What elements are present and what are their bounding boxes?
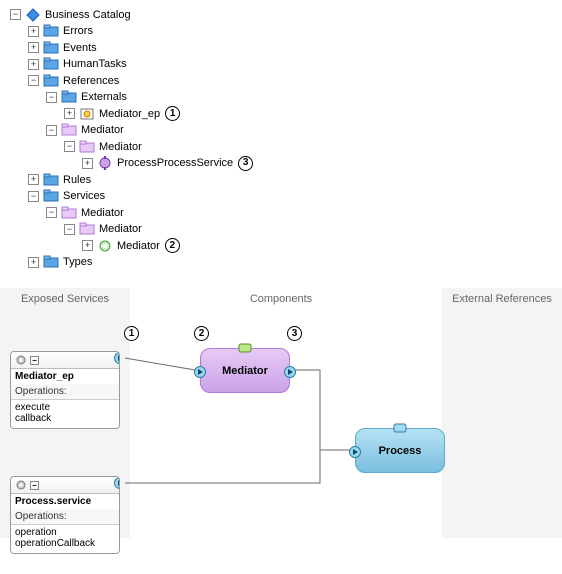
tree-label: Rules bbox=[62, 172, 92, 188]
toggle-icon[interactable]: − bbox=[46, 125, 57, 136]
folder-icon bbox=[43, 254, 59, 270]
tree-node-rules[interactable]: + Rules bbox=[28, 172, 92, 188]
toggle-icon[interactable]: + bbox=[64, 108, 75, 119]
lane-external-references: External References bbox=[442, 288, 562, 538]
tree-label: Mediator bbox=[80, 122, 125, 138]
callout-2: 2 bbox=[165, 238, 180, 253]
toggle-icon[interactable]: − bbox=[46, 207, 57, 218]
tree-label: Mediator bbox=[98, 221, 143, 237]
tree-node-events[interactable]: + Events bbox=[28, 40, 98, 56]
component-label: Mediator bbox=[222, 365, 268, 377]
tree-node-services[interactable]: − Services bbox=[28, 188, 106, 204]
tree-label: Services bbox=[62, 188, 106, 204]
tree-node-references[interactable]: − References bbox=[28, 73, 120, 89]
tree-label: Errors bbox=[62, 23, 94, 39]
diagram-callout-1: 1 bbox=[124, 326, 139, 341]
collapse-button[interactable]: − bbox=[30, 356, 39, 365]
lane-title: External References bbox=[442, 288, 562, 305]
operation-item: operation bbox=[15, 527, 115, 538]
toggle-icon[interactable]: − bbox=[10, 9, 21, 20]
operations-heading: Operations: bbox=[11, 384, 119, 400]
folder-icon bbox=[61, 89, 77, 105]
input-port[interactable] bbox=[194, 366, 206, 378]
collapse-button[interactable]: − bbox=[30, 481, 39, 490]
tree-node-business-catalog[interactable]: − Business Catalog bbox=[10, 7, 132, 23]
service-name: Mediator_ep bbox=[11, 369, 119, 384]
process-mini-icon bbox=[393, 423, 407, 433]
tree-node-mediator-ep[interactable]: + Mediator_ep 1 bbox=[64, 106, 180, 122]
toggle-icon[interactable]: − bbox=[46, 92, 57, 103]
folder-icon bbox=[43, 73, 59, 89]
service-icon bbox=[97, 155, 113, 171]
tree-label: Mediator bbox=[80, 205, 125, 221]
diagram-callout-3: 3 bbox=[287, 326, 302, 341]
service-box-mediator-ep[interactable]: − Mediator_ep Operations: execute callba… bbox=[10, 351, 120, 429]
toggle-icon[interactable]: + bbox=[28, 26, 39, 37]
tree-label: Mediator_ep bbox=[98, 106, 161, 122]
toggle-icon[interactable]: + bbox=[82, 158, 93, 169]
operation-item: operationCallback bbox=[15, 538, 115, 549]
tree-label: Business Catalog bbox=[44, 7, 132, 23]
tree-label: HumanTasks bbox=[62, 56, 128, 72]
mediator-folder-icon bbox=[79, 139, 95, 155]
tree-node-externals[interactable]: − Externals bbox=[46, 89, 128, 105]
tree-node-ref-mediator[interactable]: − Mediator bbox=[46, 122, 125, 138]
composite-diagram: Exposed Services Components External Ref… bbox=[0, 288, 562, 538]
tree-label: Types bbox=[62, 254, 93, 270]
tree-label: ProcessProcessService bbox=[116, 155, 234, 171]
tree-label: Externals bbox=[80, 89, 128, 105]
tree-node-types[interactable]: + Types bbox=[28, 254, 93, 270]
toggle-icon[interactable]: − bbox=[28, 191, 39, 202]
operation-item: execute bbox=[15, 402, 115, 413]
toggle-icon[interactable]: + bbox=[28, 174, 39, 185]
tree-node-svc-mediator[interactable]: − Mediator bbox=[46, 205, 125, 221]
output-port[interactable] bbox=[114, 352, 120, 364]
diagram-callout-2: 2 bbox=[194, 326, 209, 341]
toggle-icon[interactable]: − bbox=[64, 224, 75, 235]
business-catalog-tree: − Business Catalog + Errors + Events + H… bbox=[0, 0, 562, 280]
folder-icon bbox=[43, 40, 59, 56]
service-box-process-service[interactable]: − Process.service Operations: operation … bbox=[10, 476, 120, 554]
tree-node-errors[interactable]: + Errors bbox=[28, 23, 94, 39]
mediator-folder-icon bbox=[79, 221, 95, 237]
toggle-icon[interactable]: − bbox=[28, 75, 39, 86]
toggle-icon[interactable]: + bbox=[28, 257, 39, 268]
gear-icon bbox=[15, 354, 27, 366]
tree-label: Mediator bbox=[98, 139, 143, 155]
callout-1: 1 bbox=[165, 106, 180, 121]
folder-icon bbox=[43, 172, 59, 188]
toggle-icon[interactable]: + bbox=[82, 240, 93, 251]
tree-node-ref-mediator-inner[interactable]: − Mediator bbox=[64, 139, 143, 155]
output-port[interactable] bbox=[284, 366, 296, 378]
callout-3: 3 bbox=[238, 156, 253, 171]
operation-item: callback bbox=[15, 413, 115, 424]
mediator-gear-icon bbox=[97, 238, 113, 254]
mediator-folder-icon bbox=[61, 122, 77, 138]
gear-icon bbox=[15, 479, 27, 491]
operations-heading: Operations: bbox=[11, 509, 119, 525]
mediator-folder-icon bbox=[61, 205, 77, 221]
toggle-icon[interactable]: + bbox=[28, 42, 39, 53]
component-process[interactable]: Process bbox=[355, 428, 445, 473]
catalog-icon bbox=[25, 7, 41, 23]
folder-icon bbox=[43, 56, 59, 72]
output-port[interactable] bbox=[114, 477, 120, 489]
toggle-icon[interactable]: + bbox=[28, 59, 39, 70]
service-name: Process.service bbox=[11, 494, 119, 509]
endpoint-icon bbox=[79, 106, 95, 122]
input-port[interactable] bbox=[349, 446, 361, 458]
mediator-mini-icon bbox=[238, 343, 252, 353]
tree-node-process-service[interactable]: + ProcessProcessService 3 bbox=[82, 155, 253, 171]
tree-label: Mediator bbox=[116, 238, 161, 254]
folder-icon bbox=[43, 23, 59, 39]
tree-label: References bbox=[62, 73, 120, 89]
component-mediator[interactable]: Mediator bbox=[200, 348, 290, 393]
component-label: Process bbox=[379, 445, 422, 457]
tree-node-svc-mediator-leaf[interactable]: + Mediator 2 bbox=[82, 238, 180, 254]
tree-node-svc-mediator-inner[interactable]: − Mediator bbox=[64, 221, 143, 237]
tree-label: Events bbox=[62, 40, 98, 56]
toggle-icon[interactable]: − bbox=[64, 141, 75, 152]
folder-icon bbox=[43, 188, 59, 204]
tree-node-humantasks[interactable]: + HumanTasks bbox=[28, 56, 128, 72]
